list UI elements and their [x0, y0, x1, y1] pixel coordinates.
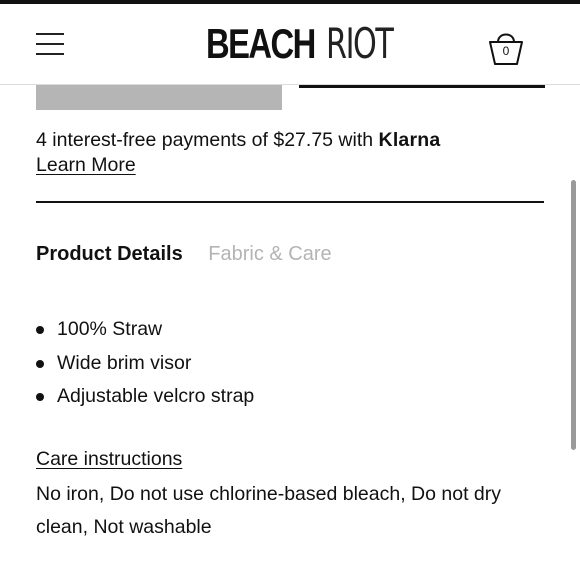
- list-item: Wide brim visor: [36, 347, 254, 381]
- brand-logo[interactable]: BEACH RIOT: [206, 21, 419, 67]
- scrollbar-thumb[interactable]: [571, 180, 576, 450]
- logo-bold-text: BEACH: [206, 20, 316, 67]
- tab-product-details[interactable]: Product Details: [36, 240, 183, 268]
- add-to-cart-button-partial[interactable]: [36, 85, 282, 110]
- site-header: BEACH RIOT 0: [0, 4, 580, 85]
- list-item: Adjustable velcro strap: [36, 380, 254, 414]
- learn-more-link[interactable]: Learn More: [36, 154, 136, 176]
- selected-option-underline: [299, 85, 545, 88]
- klarna-payment-info: 4 interest-free payments of $27.75 with …: [36, 128, 556, 178]
- klarna-brand: Klarna: [378, 129, 441, 151]
- payment-text: 4 interest-free payments of $27.75 with: [36, 129, 379, 151]
- menu-line: [36, 53, 64, 55]
- list-item: 100% Straw: [36, 313, 254, 347]
- cart-count-badge: 0: [502, 44, 510, 58]
- menu-line: [36, 43, 64, 45]
- product-info-tabs: Product Details Fabric & Care: [36, 240, 352, 268]
- logo-thin-text: RIOT: [326, 19, 394, 68]
- section-divider: [36, 201, 544, 203]
- hamburger-menu-icon[interactable]: [36, 33, 66, 55]
- care-instructions-text: No iron, Do not use chlorine-based bleac…: [36, 483, 502, 538]
- care-instructions-heading: Care instructions: [36, 448, 183, 470]
- shopping-bag-icon[interactable]: 0: [486, 24, 526, 68]
- menu-line: [36, 33, 64, 35]
- tab-fabric-care[interactable]: Fabric & Care: [208, 240, 331, 268]
- product-details-list: 100% Straw Wide brim visor Adjustable ve…: [36, 313, 254, 414]
